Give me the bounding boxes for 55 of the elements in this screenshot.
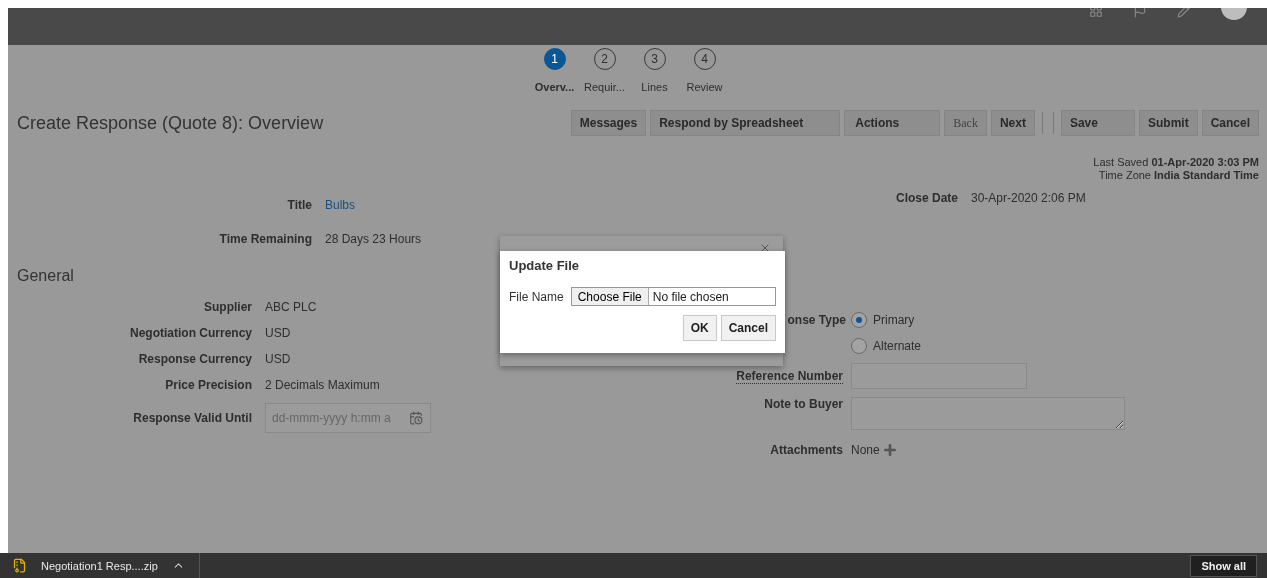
show-all-button[interactable]: Show all [1190,554,1257,577]
field-label: onse Type [786,313,846,327]
field-label: Response Currency [137,352,252,366]
zip-file-icon [12,558,27,573]
field-label: File Name [509,289,564,304]
toolbar-button[interactable]: Cancel [1201,110,1259,136]
toolbar-button[interactable]: Messages [570,110,647,136]
dialog-button[interactable]: OK [682,315,717,341]
field-value: 28 Days 23 Hours [325,232,423,246]
field-label: Response Valid Until [132,411,252,425]
field-label: Price Precision [164,378,252,392]
train-step[interactable]: 1 [543,48,566,70]
toolbar-button[interactable]: Respond by Spreadsheet [650,110,841,136]
file-input[interactable]: Choose File No file chosen [570,287,776,306]
download-item[interactable]: Negotiation1 Resp....zip [41,559,158,572]
field-value: 30-Apr-2020 2:06 PM [971,191,1087,205]
field-label: Attachments [769,443,843,457]
radio-label[interactable]: Primary [873,313,915,327]
title-link[interactable]: Bulbs [325,198,648,212]
field-label: Note to Buyer [763,397,843,411]
choose-file-button[interactable]: Choose File [571,288,649,305]
field-value: None [851,443,880,457]
add-icon[interactable] [881,442,898,458]
field-label: Time Remaining [218,232,312,246]
field-value: USD [265,352,292,366]
file-status: No file chosen [651,289,729,304]
toolbar-button[interactable]: Actions [844,110,941,136]
step-label: Overv... [534,81,575,93]
field-value: ABC PLC [265,300,318,314]
calendar-icon[interactable] [409,411,423,425]
dialog-title: Update File [509,258,581,273]
toolbar-button[interactable]: Next [990,110,1035,136]
step-label: Lines [641,81,668,93]
pencil-icon[interactable] [1177,8,1191,18]
radio-button[interactable] [851,338,867,354]
step-label: Review [686,81,723,93]
field-label: Negotiation Currency [129,326,252,340]
radio-button[interactable] [851,312,867,328]
page-title: Create Response (Quote 8): Overview [17,112,324,134]
field-label: Title [286,198,312,212]
time-zone: Time Zone India Standard Time [1097,169,1259,182]
field-label: Supplier [203,300,252,314]
step-label: Requir... [584,81,625,93]
flag-icon[interactable] [1133,8,1147,18]
field-value: USD [265,326,292,340]
toolbar-button[interactable]: Submit [1138,110,1198,136]
field-value: 2 Decimals Maximum [265,378,381,392]
last-saved: Last Saved 01-Apr-2020 3:03 PM [1093,156,1259,169]
toolbar-button[interactable]: Save [1060,110,1135,136]
note-field[interactable] [851,397,1125,430]
radio-label[interactable]: Alternate [873,339,922,353]
dialog-button[interactable]: Cancel [720,315,776,341]
field-label: Reference Number [736,368,843,384]
grid-icon[interactable] [1089,8,1103,18]
field-label: Close Date [894,191,958,205]
